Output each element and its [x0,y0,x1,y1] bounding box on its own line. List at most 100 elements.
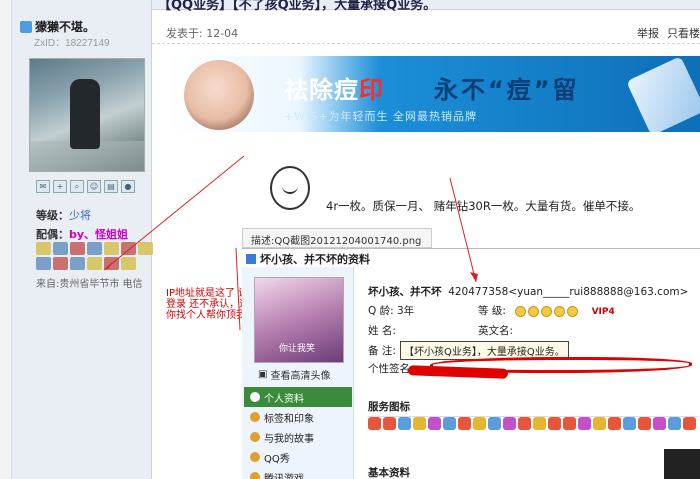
medal-badges [36,242,156,270]
level-value[interactable]: 少将 [69,209,91,222]
qq-note-label: 备 注: [368,345,396,357]
banner-slogan: 永不“痘”留 [434,76,580,104]
service-icon[interactable] [578,417,591,430]
card-icon[interactable]: ▤ [104,180,118,193]
service-icon[interactable] [458,417,471,430]
medal-icon [53,242,68,255]
user-name[interactable]: 獴獭不堪。 [35,18,95,35]
menu-item-profile[interactable]: 个人资料 [244,387,352,407]
menu-label: 个人资料 [264,393,304,405]
medal-icon [70,242,85,255]
qq-icon[interactable]: ● [121,180,135,193]
report-link[interactable]: 举报 [637,25,659,41]
service-icon[interactable] [683,417,696,430]
service-icon[interactable] [593,417,606,430]
medal-icon [87,242,102,255]
service-icon[interactable] [473,417,486,430]
view-avatar-button[interactable]: ▣ 查看高清头像 [258,367,330,382]
menu-item-games[interactable]: 腾讯游戏 [244,467,352,479]
post-text: 4r一枚。质保一月、 赌年钻30R一枚。大量有货。催单不接。 [326,199,641,213]
service-icon[interactable] [518,417,531,430]
grade-icons [515,305,579,317]
add-friend-icon[interactable]: + [53,180,67,193]
service-icons-title: 服务图标 [368,399,698,417]
user-icon [20,20,32,33]
user-name-row[interactable]: 獴獭不堪。 [20,18,95,35]
emoticon-icon [270,166,310,210]
qq-nick-row: 坏小孩、并不坏 420477358<yuan_____rui888888@163… [368,284,688,299]
qq-name-label: 姓 名: [368,325,396,337]
service-icon[interactable] [443,417,456,430]
qq-profile-sidebar: 你让我笑 ▣ 查看高清头像 个人资料 标签和印象 与我的故事 QQ秀 腾讯游戏 [242,267,354,479]
qqshow-icon [250,452,260,462]
banner-headline: 祛除痘印 [284,70,384,105]
ad-banner[interactable]: 祛除痘印 永不“痘”留 +WIS+为年轻而生 全网最热销品牌 [166,56,700,132]
qq-age: Q 龄: 3年 [368,305,415,317]
service-icons [368,417,698,430]
qq-grade-row: 等 级: VIP4 [478,303,615,318]
search-icon[interactable]: ⌕ [70,180,84,193]
menu-label: 标签和印象 [264,413,314,425]
star-icon [554,305,566,317]
profile-icon [250,392,260,402]
medal-icon [70,257,85,270]
medal-icon [87,257,102,270]
banner-face [184,60,254,130]
menu-item-story[interactable]: 与我的故事 [244,427,352,447]
medal-icon [53,257,68,270]
user-level: 等级：少将 [36,207,91,223]
camera-icon: ▣ [258,369,268,380]
qq-grade: 等 级: [478,305,506,317]
user-location: 来自:贵州省毕节市 电信 [36,279,143,290]
post-time: 发表于: 12-04 [166,27,239,40]
basic-info-title: 基本资料 [368,465,698,479]
dark-corner [664,449,700,479]
qq-age-row: Q 龄: 3年 [368,303,414,318]
service-icon[interactable] [413,417,426,430]
service-icon[interactable] [548,417,561,430]
profile-icon[interactable]: ☺ [87,180,101,193]
mail-icon[interactable]: ✉ [36,180,50,193]
qq-profile-screenshot[interactable]: 坏小孩、并不坏的资料 你让我笑 ▣ 查看高清头像 个人资料 标签和印象 与我的故… [242,248,700,479]
menu-label: QQ秀 [264,453,290,465]
service-icon[interactable] [383,417,396,430]
tag-icon [250,412,260,422]
service-icon[interactable] [503,417,516,430]
sun-icon [528,305,540,317]
qq-en-name-row: 英文名: [478,323,513,338]
menu-item-qqshow[interactable]: QQ秀 [244,447,352,467]
qq-sign-row: 个性签名: [368,361,414,376]
medal-icon [36,242,51,255]
service-icon[interactable] [488,417,501,430]
service-icon[interactable] [623,417,636,430]
qq-avatar-caption: 你让我笑 [279,344,316,354]
service-icon[interactable] [638,417,651,430]
service-icon[interactable] [608,417,621,430]
spouse-value[interactable]: by、怪姐姐 [69,228,128,241]
view-avatar-label: 查看高清头像 [270,371,331,382]
service-icon[interactable] [533,417,546,430]
banner-headline-a: 祛除痘 [284,76,359,104]
avatar-figure [70,79,100,149]
avatar[interactable] [29,58,145,172]
medal-icon [138,242,153,255]
banner-product [626,56,700,132]
user-spouse: 配偶：by、怪姐姐 [36,226,128,242]
menu-item-tags[interactable]: 标签和印象 [244,407,352,427]
medal-icon [104,242,119,255]
image-caption: 描述:QQ截图20121204001740.png [242,228,432,248]
service-icon[interactable] [368,417,381,430]
service-icon[interactable] [398,417,411,430]
menu-label: 与我的故事 [264,433,314,445]
only-author-link[interactable]: 只看楼 [667,25,700,41]
qq-name-row: 姓 名: [368,323,396,338]
service-icon[interactable] [563,417,576,430]
post-actions: 举报 只看楼 [637,25,700,41]
service-icon[interactable] [668,417,681,430]
thread-title: 【QQ业务】【不了孩Q业务】，大量承接Q业务。 [158,0,437,13]
medal-icon [121,242,136,255]
qq-en-name-label: 英文名: [478,325,514,337]
service-icon[interactable] [428,417,441,430]
service-icon[interactable] [653,417,666,430]
qq-number: 420477358<yuan_____rui888888@163.com> [448,286,689,298]
